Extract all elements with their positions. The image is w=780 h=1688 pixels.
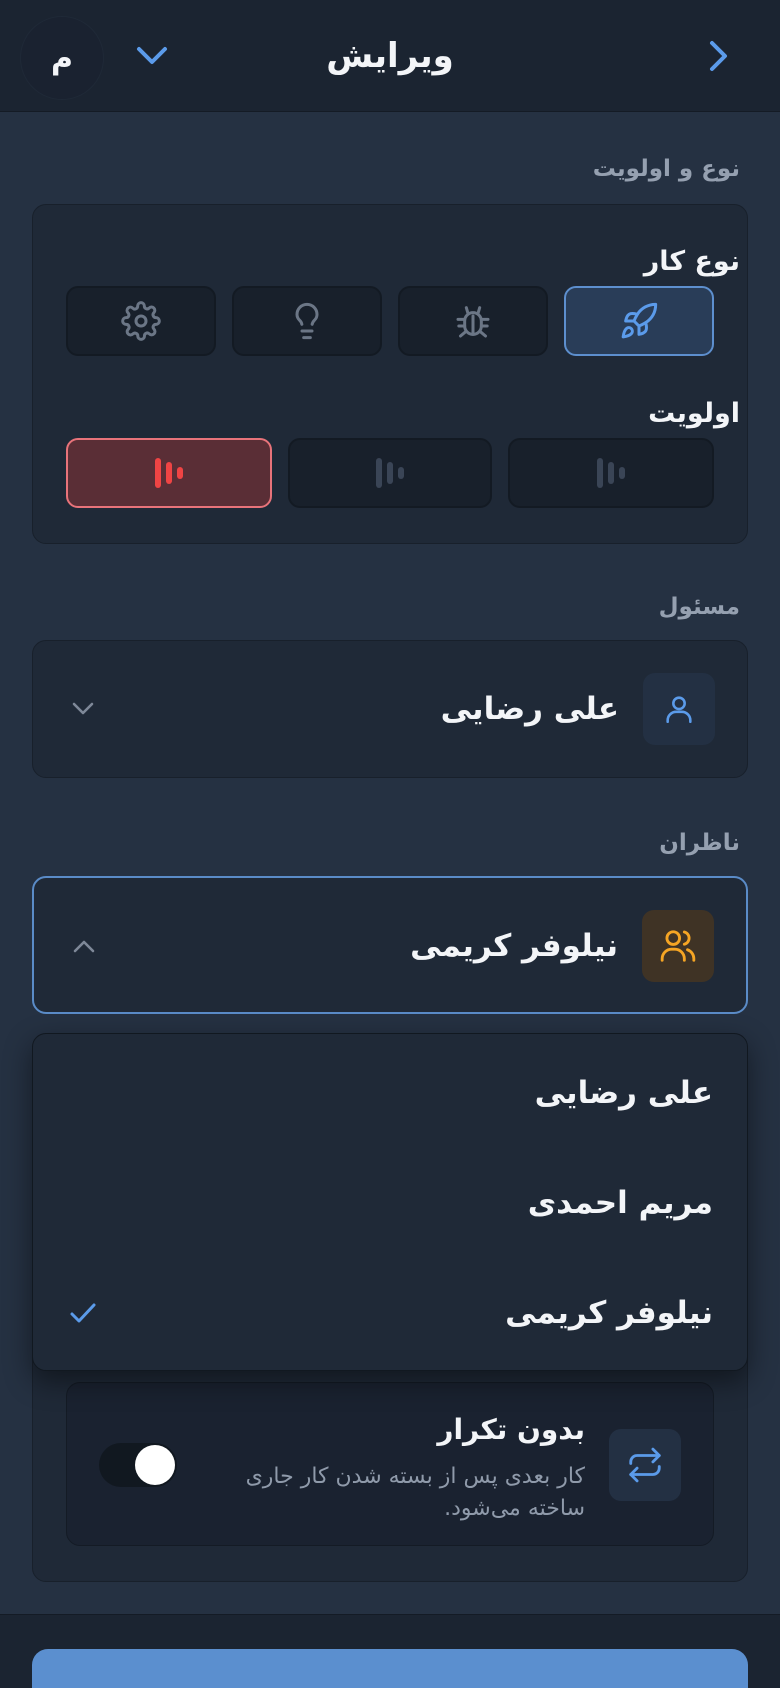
watchers-section-title: ناظران [659, 830, 740, 856]
task-type-label: نوع کار [643, 246, 740, 277]
priority-medium-icon [376, 458, 404, 488]
type-priority-section-title: نوع و اولویت [592, 156, 740, 182]
option-label: مریم احمدی [527, 1185, 713, 1221]
dropdown-option-ali[interactable]: علی رضایی [33, 1038, 747, 1148]
watchers-select[interactable]: نیلوفر کریمی [32, 876, 748, 1014]
assignee-icon-box [643, 673, 715, 745]
type-option-maintenance[interactable] [66, 286, 216, 356]
chevron-down-icon [137, 47, 167, 64]
toggle-knob [135, 1445, 175, 1485]
lightbulb-icon [295, 302, 319, 340]
avatar[interactable]: م [20, 16, 104, 100]
rocket-icon [621, 302, 658, 339]
chevron-up-icon [73, 940, 95, 953]
save-button[interactable] [32, 1649, 748, 1688]
assignee-section-title: مسئول [658, 594, 740, 620]
watchers-dropdown: علی رضایی مریم احمدی نیلوفر کریمی [32, 1033, 748, 1371]
app-header: ویرایش م [0, 0, 780, 112]
page-title: ویرایش [326, 36, 454, 76]
priority-option-high[interactable] [66, 438, 272, 508]
option-label: علی رضایی [534, 1075, 713, 1111]
type-option-idea[interactable] [232, 286, 382, 356]
watchers-icon-box [642, 910, 714, 982]
user-icon [666, 696, 692, 724]
assignee-value: علی رضایی [440, 691, 619, 727]
priority-option-low[interactable] [508, 438, 714, 508]
chevron-right-icon [710, 41, 727, 71]
chevron-down-icon [72, 702, 94, 715]
users-icon [660, 930, 696, 962]
priority-label: اولویت [648, 398, 740, 429]
dropdown-option-maryam[interactable]: مریم احمدی [33, 1148, 747, 1258]
assignee-chevron [67, 693, 99, 725]
recurrence-description: کار بعدی پس از بسته شدن کار جاری ساخته م… [245, 1464, 585, 1521]
repeat-icon [629, 1447, 661, 1483]
header-menu-button[interactable] [132, 36, 172, 76]
bug-icon [456, 306, 490, 338]
option-label: نیلوفر کریمی [505, 1295, 713, 1331]
dropdown-option-niloufar[interactable]: نیلوفر کریمی [33, 1258, 747, 1368]
assignee-select[interactable]: علی رضایی [32, 640, 748, 778]
watchers-value: نیلوفر کریمی [410, 928, 618, 964]
recurrence-row: بدون تکرار کار بعدی پس از بسته شدن کار ج… [66, 1382, 714, 1546]
check-icon [70, 1303, 96, 1323]
priority-high-icon [155, 458, 183, 488]
back-button[interactable] [696, 34, 740, 78]
recurrence-toggle[interactable] [99, 1443, 177, 1487]
watchers-chevron [68, 930, 100, 962]
priority-low-icon [597, 458, 625, 488]
type-option-bug[interactable] [398, 286, 548, 356]
type-option-feature[interactable] [564, 286, 714, 356]
priority-option-medium[interactable] [288, 438, 492, 508]
recurrence-icon-box [609, 1429, 681, 1501]
gear-icon [121, 301, 161, 341]
recurrence-title: بدون تکرار [437, 1413, 585, 1446]
footer-bar [0, 1614, 780, 1688]
edit-task-screen: ویرایش م نوع و اولویت نوع کار اولویت مسئ… [0, 0, 780, 1688]
